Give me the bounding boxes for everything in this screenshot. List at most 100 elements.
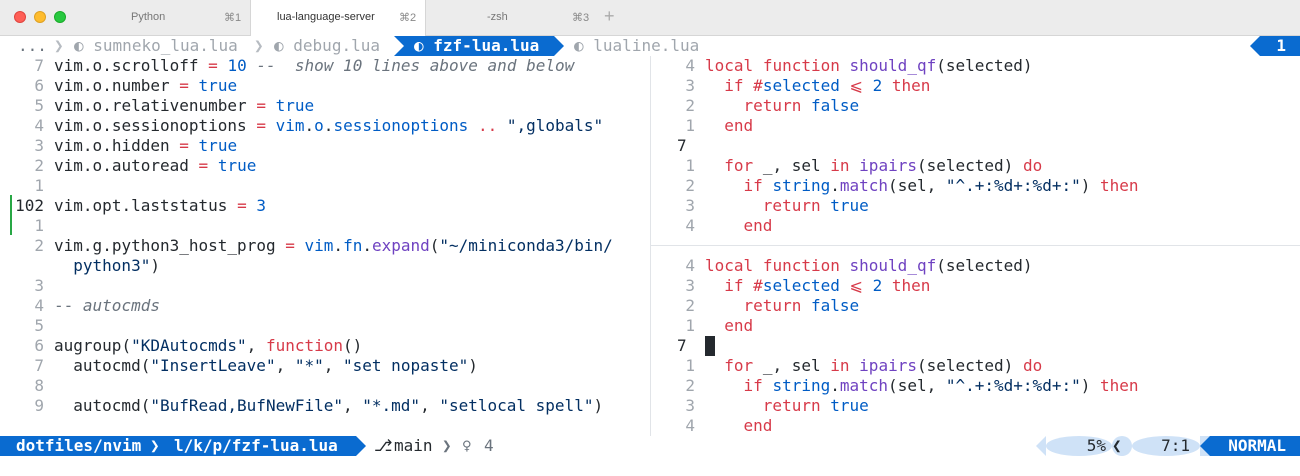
buffer-count: 1 bbox=[1260, 36, 1300, 56]
editor-left-pane[interactable]: 7 vim.o.scrolloff = 10 -- show 10 lines a… bbox=[0, 56, 650, 436]
code-line: 1 for _, sel in ipairs(selected) do bbox=[651, 356, 1042, 376]
line-number: 4 bbox=[34, 116, 44, 135]
statusline: dotfiles/nvim ❯ l/k/p/fzf-lua.lua ⎇ main… bbox=[0, 436, 1300, 456]
line-number: 7 bbox=[677, 136, 687, 155]
line-number: 3 bbox=[34, 136, 44, 155]
line-number: 4 bbox=[685, 256, 695, 275]
status-position: 7:1 bbox=[1132, 436, 1200, 456]
window-titlebar: Python ⌘1 lua-language-server ⌘2 -zsh ⌘3… bbox=[0, 0, 1300, 37]
lua-icon: ◐ bbox=[274, 36, 284, 55]
code-line: 1 for _, sel in ipairs(selected) do bbox=[651, 156, 1042, 176]
bufferline: ... ❯ ◐ sumneko_lua.lua ❯ ◐ debug.lua ◐ … bbox=[0, 36, 1300, 56]
text-cursor bbox=[705, 336, 715, 356]
line-number: 8 bbox=[34, 376, 44, 395]
buffer-tab-lualine[interactable]: ◐ lualine.lua bbox=[574, 36, 699, 56]
code-line: 2 if string.match(sel, "^.+:%d+:%d+:") t… bbox=[651, 176, 1138, 196]
chevron-right-icon: ❯ bbox=[54, 36, 64, 55]
editor-right-top-pane[interactable]: 4 local function should_qf(selected) 3 if… bbox=[651, 56, 1300, 245]
line-number: 2 bbox=[685, 296, 695, 315]
line-number: 3 bbox=[685, 196, 695, 215]
buffer-tab-label: fzf-lua.lua bbox=[433, 36, 540, 55]
line-number: 7 bbox=[34, 56, 44, 75]
code-line-current: 7 bbox=[651, 136, 705, 156]
buffer-tab-fzf-lua[interactable]: ◐ fzf-lua.lua bbox=[404, 36, 554, 56]
chevron-left-icon: ❮ bbox=[1112, 436, 1132, 456]
lua-icon: ◐ bbox=[74, 36, 84, 55]
editor-right-bottom-pane[interactable]: 4 local function should_qf(selected) 3 if… bbox=[651, 256, 1300, 436]
buffer-count-cap bbox=[1250, 36, 1260, 56]
status-progress-cap bbox=[1036, 436, 1046, 456]
code-line-current: 7 bbox=[651, 336, 715, 356]
buffer-tab-sumneko-lua[interactable]: ◐ sumneko_lua.lua bbox=[74, 36, 238, 56]
code-line: 4 local function should_qf(selected) bbox=[651, 56, 1032, 76]
git-added-sign bbox=[10, 195, 12, 235]
close-window-button[interactable] bbox=[14, 11, 26, 23]
line-number: 2 bbox=[34, 156, 44, 175]
code-line: 3 return true bbox=[651, 396, 868, 416]
code-line: 6 augroup("KDAutocmds", function() bbox=[0, 336, 362, 356]
code-line: 1 end bbox=[651, 316, 753, 336]
line-number: 3 bbox=[685, 396, 695, 415]
code-line: 1 bbox=[0, 216, 54, 236]
code-line: 3 if #selected ⩽ 2 then bbox=[651, 276, 930, 296]
code-line: 4 local function should_qf(selected) bbox=[651, 256, 1032, 276]
code-line: 2 return false bbox=[651, 296, 859, 316]
code-line: 6 vim.o.number = true bbox=[0, 76, 237, 96]
line-number: 4 bbox=[34, 296, 44, 315]
tab-shortcut: ⌘2 bbox=[399, 12, 417, 24]
status-lsp-count: 4 bbox=[484, 436, 494, 455]
line-number: 9 bbox=[34, 396, 44, 415]
buffer-tab-debug[interactable]: ◐ debug.lua bbox=[274, 36, 380, 56]
code-line: 2 vim.o.autoread = true bbox=[0, 156, 256, 176]
lua-icon: ◐ bbox=[574, 36, 584, 55]
code-line: 9 autocmd("BufRead,BufNewFile", "*.md", … bbox=[0, 396, 603, 416]
chevron-right-icon: ❯ bbox=[442, 436, 452, 455]
line-number: 3 bbox=[685, 276, 695, 295]
code-line: 4 end bbox=[651, 416, 772, 436]
code-line: 2 if string.match(sel, "^.+:%d+:%d+:") t… bbox=[651, 376, 1138, 396]
window-controls bbox=[14, 11, 66, 23]
line-number: 1 bbox=[34, 176, 44, 195]
line-number: 102 bbox=[15, 196, 44, 215]
code-line-wrap: python3") bbox=[73, 256, 160, 275]
tab-shortcut: ⌘3 bbox=[572, 12, 590, 24]
status-file: l/k/p/fzf-lua.lua bbox=[164, 436, 356, 456]
line-number: 1 bbox=[34, 216, 44, 235]
code-line: 8 bbox=[0, 376, 54, 396]
tab-lua-language-server[interactable]: lua-language-server ⌘2 bbox=[250, 0, 426, 37]
code-line: 2 return false bbox=[651, 96, 859, 116]
code-line: 1 bbox=[0, 176, 54, 196]
buffer-tab-label: lualine.lua bbox=[593, 36, 700, 55]
active-buffer-left-cap bbox=[394, 36, 404, 56]
minimize-window-button[interactable] bbox=[34, 11, 46, 23]
tab-shortcut: ⌘1 bbox=[224, 12, 242, 24]
code-line: 2 vim.g.python3_host_prog = vim.fn.expand… bbox=[0, 236, 612, 256]
line-number: 5 bbox=[34, 316, 44, 335]
chevron-right-icon: ❯ bbox=[254, 36, 264, 55]
status-mode: NORMAL bbox=[1210, 436, 1300, 456]
lua-icon: ◐ bbox=[414, 36, 424, 55]
status-branch: main bbox=[394, 436, 433, 455]
status-progress: 5% bbox=[1046, 436, 1112, 456]
tab-zsh[interactable]: -zsh ⌘3 bbox=[426, 0, 596, 36]
tab-label: Python bbox=[131, 11, 166, 23]
code-line: 4 end bbox=[651, 216, 772, 236]
code-line: 4 vim.o.sessionoptions = vim.o.sessionopt… bbox=[0, 116, 603, 136]
line-number: 3 bbox=[34, 276, 44, 295]
line-number: 6 bbox=[34, 76, 44, 95]
zoom-window-button[interactable] bbox=[54, 11, 66, 23]
status-mode-cap bbox=[1200, 436, 1210, 456]
line-number: 6 bbox=[34, 336, 44, 355]
command-line[interactable] bbox=[0, 456, 1300, 476]
line-number: 1 bbox=[685, 156, 695, 175]
line-number: 7 bbox=[34, 356, 44, 375]
line-number: 4 bbox=[685, 216, 695, 235]
code-line: 3 bbox=[0, 276, 54, 296]
horizontal-split-divider[interactable] bbox=[651, 245, 1300, 246]
tab-python[interactable]: Python ⌘1 bbox=[100, 0, 250, 36]
bufferline-overflow[interactable]: ... bbox=[18, 36, 47, 56]
new-tab-button[interactable]: + bbox=[604, 6, 615, 27]
code-line: 7 vim.o.scrolloff = 10 -- show 10 lines a… bbox=[0, 56, 574, 76]
line-number: 2 bbox=[685, 176, 695, 195]
code-line: 5 vim.o.relativenumber = true bbox=[0, 96, 314, 116]
